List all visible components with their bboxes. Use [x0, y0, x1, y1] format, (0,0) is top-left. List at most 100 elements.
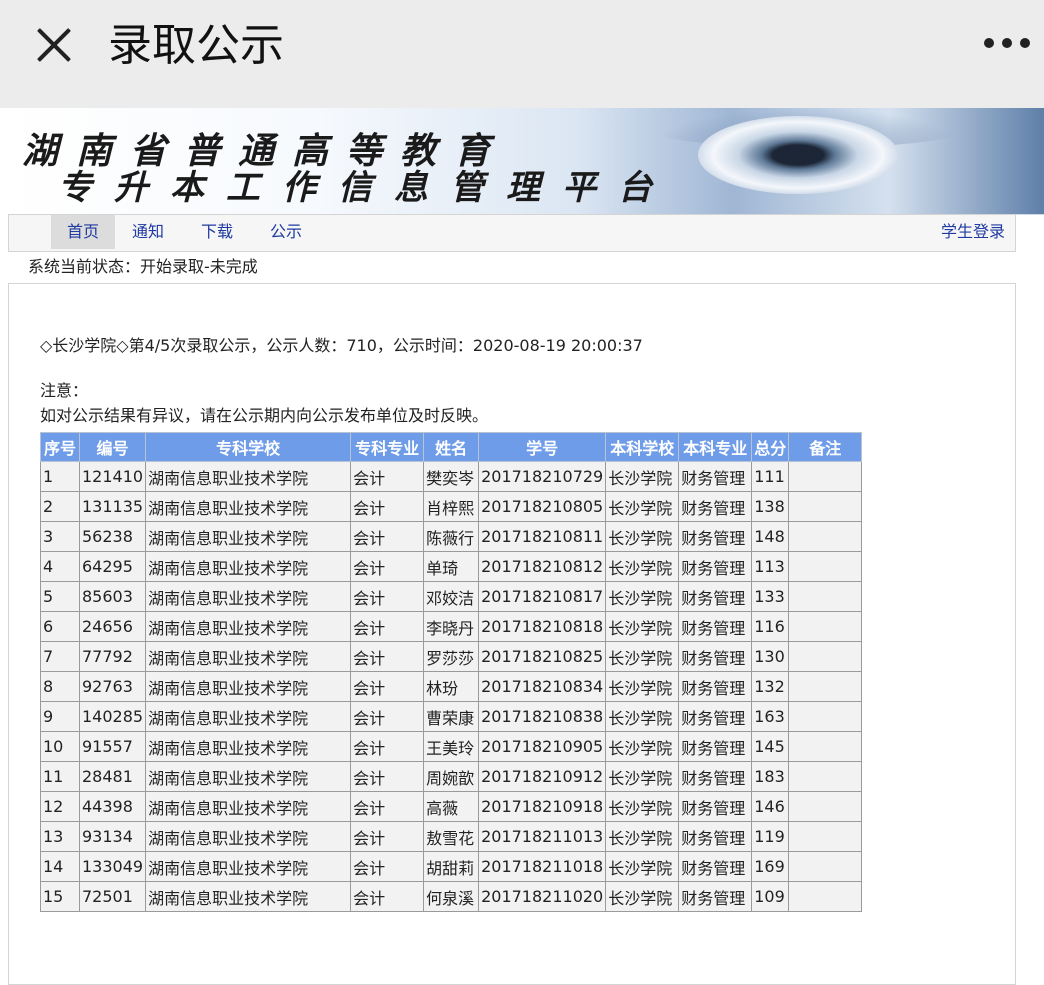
cell-university-major: 财务管理 — [678, 821, 753, 852]
cell-seq: 9 — [40, 701, 80, 732]
cell-name: 胡甜莉 — [423, 851, 480, 882]
cell-seq: 8 — [40, 671, 80, 702]
header-student-no: 学号 — [478, 432, 607, 462]
cell-name: 林玢 — [423, 671, 480, 702]
header-seq: 序号 — [40, 432, 80, 462]
table-row: 9 140285 湖南信息职业技术学院 会计 曹荣康 201718210838 长沙学院 财务… — [40, 701, 863, 732]
cell-university: 长沙学院 — [605, 611, 680, 642]
cell-student-no: 201718210834 — [478, 671, 607, 702]
cell-id: 44398 — [78, 791, 147, 822]
cell-seq: 11 — [40, 761, 80, 792]
cell-remark — [788, 791, 863, 822]
cell-student-no: 201718210812 — [478, 551, 607, 582]
table-header-row: 序号 编号 专科学校 专科专业 姓名 学号 本科学校 本科专业 总分 备注 — [40, 432, 863, 462]
cell-score: 119 — [751, 821, 790, 852]
cell-score: 132 — [751, 671, 790, 702]
header-remark: 备注 — [788, 432, 863, 462]
cell-college-major: 会计 — [350, 761, 425, 792]
cell-university: 长沙学院 — [605, 731, 680, 762]
cell-name: 单琦 — [423, 551, 480, 582]
cell-score: 109 — [751, 881, 790, 912]
notice-text: 如对公示结果有异议，请在公示期内向公示发布单位及时反映。 — [40, 406, 489, 425]
cell-seq: 3 — [40, 521, 80, 552]
cell-id: 93134 — [78, 821, 147, 852]
header-name: 姓名 — [423, 432, 480, 462]
cell-student-no: 201718210838 — [478, 701, 607, 732]
cell-score: 116 — [751, 611, 790, 642]
admission-table: 序号 编号 专科学校 专科专业 姓名 学号 本科学校 本科专业 总分 备注 11… — [40, 432, 863, 912]
cell-name: 高薇 — [423, 791, 480, 822]
cell-university-major: 财务管理 — [678, 881, 753, 912]
cell-university: 长沙学院 — [605, 881, 680, 912]
cell-seq: 6 — [40, 611, 80, 642]
cell-university-major: 财务管理 — [678, 791, 753, 822]
cell-university-major: 财务管理 — [678, 461, 753, 492]
header-university-major: 本科专业 — [678, 432, 753, 462]
table-row: 10 91557 湖南信息职业技术学院 会计 王美玲 201718210905 长沙学院 财务… — [40, 731, 863, 762]
cell-score: 138 — [751, 491, 790, 522]
cell-student-no: 201718210905 — [478, 731, 607, 762]
cell-university: 长沙学院 — [605, 461, 680, 492]
cell-student-no: 201718210818 — [478, 611, 607, 642]
cell-seq: 15 — [40, 881, 80, 912]
nav-item-publicity[interactable]: 公示 — [270, 215, 302, 249]
cell-college: 湖南信息职业技术学院 — [145, 521, 352, 552]
cell-college: 湖南信息职业技术学院 — [145, 791, 352, 822]
cell-college-major: 会计 — [350, 701, 425, 732]
cell-college: 湖南信息职业技术学院 — [145, 821, 352, 852]
cell-name: 李晓丹 — [423, 611, 480, 642]
cell-college: 湖南信息职业技术学院 — [145, 461, 352, 492]
cell-remark — [788, 671, 863, 702]
cell-student-no: 201718210817 — [478, 581, 607, 612]
cell-student-no: 201718210825 — [478, 641, 607, 672]
nav-item-notice[interactable]: 通知 — [132, 215, 164, 249]
nav-item-home[interactable]: 首页 — [51, 215, 116, 249]
cell-seq: 13 — [40, 821, 80, 852]
cell-name: 王美玲 — [423, 731, 480, 762]
cell-university: 长沙学院 — [605, 521, 680, 552]
cell-remark — [788, 551, 863, 582]
cell-college: 湖南信息职业技术学院 — [145, 641, 352, 672]
cell-remark — [788, 641, 863, 672]
cell-id: 121410 — [78, 461, 147, 492]
close-icon[interactable] — [34, 25, 74, 65]
eye-image — [698, 116, 898, 194]
cell-university: 长沙学院 — [605, 641, 680, 672]
cell-university: 长沙学院 — [605, 791, 680, 822]
cell-college: 湖南信息职业技术学院 — [145, 611, 352, 642]
cell-id: 72501 — [78, 881, 147, 912]
cell-id: 64295 — [78, 551, 147, 582]
cell-college: 湖南信息职业技术学院 — [145, 581, 352, 612]
cell-college: 湖南信息职业技术学院 — [145, 701, 352, 732]
cell-student-no: 201718211020 — [478, 881, 607, 912]
cell-id: 131135 — [78, 491, 147, 522]
cell-college: 湖南信息职业技术学院 — [145, 551, 352, 582]
cell-name: 何泉溪 — [423, 881, 480, 912]
cell-name: 肖梓熙 — [423, 491, 480, 522]
cell-remark — [788, 461, 863, 492]
table-row: 6 24656 湖南信息职业技术学院 会计 李晓丹 201718210818 长沙学院 财务管… — [40, 611, 863, 642]
table-row: 1 121410 湖南信息职业技术学院 会计 樊奕岑 201718210729 长沙学院 财务… — [40, 461, 863, 492]
cell-score: 163 — [751, 701, 790, 732]
table-row: 2 131135 湖南信息职业技术学院 会计 肖梓熙 201718210805 长沙学院 财务… — [40, 491, 863, 522]
cell-university: 长沙学院 — [605, 581, 680, 612]
cell-college-major: 会计 — [350, 641, 425, 672]
more-options-icon[interactable] — [984, 38, 1030, 48]
nav-item-download[interactable]: 下载 — [201, 215, 233, 249]
cell-university-major: 财务管理 — [678, 851, 753, 882]
cell-remark — [788, 701, 863, 732]
student-login-link[interactable]: 学生登录 — [941, 215, 1005, 249]
cell-college-major: 会计 — [350, 731, 425, 762]
header-college-major: 专科专业 — [350, 432, 425, 462]
cell-id: 140285 — [78, 701, 147, 732]
cell-college: 湖南信息职业技术学院 — [145, 761, 352, 792]
table-row: 5 85603 湖南信息职业技术学院 会计 邓姣洁 201718210817 长沙学院 财务管… — [40, 581, 863, 612]
cell-student-no: 201718210729 — [478, 461, 607, 492]
cell-id: 28481 — [78, 761, 147, 792]
cell-score: 145 — [751, 731, 790, 762]
cell-student-no: 201718210811 — [478, 521, 607, 552]
cell-college-major: 会计 — [350, 791, 425, 822]
header-score: 总分 — [751, 432, 790, 462]
site-banner: 湖南省普通高等教育 专升本工作信息管理平台 — [8, 108, 1044, 215]
cell-seq: 4 — [40, 551, 80, 582]
